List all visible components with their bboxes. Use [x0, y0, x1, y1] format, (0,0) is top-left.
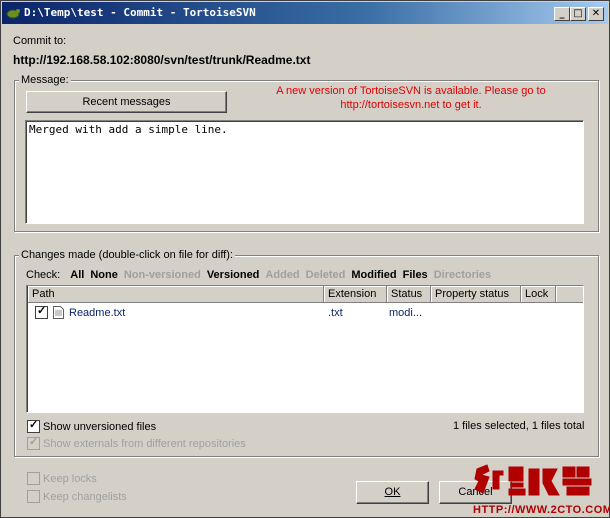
minimize-button[interactable]: _ — [554, 7, 570, 21]
filter-modified[interactable]: Modified — [351, 269, 396, 281]
ok-label: OK — [384, 486, 401, 498]
site-logo-watermark — [474, 464, 592, 496]
filter-deleted[interactable]: Deleted — [306, 269, 346, 281]
changes-list[interactable]: Path Extension Status Property status Lo… — [26, 285, 584, 413]
keep-locks-checkbox — [27, 472, 40, 485]
keep-locks-label: Keep locks — [43, 473, 97, 485]
check-icon: ✓ — [37, 305, 47, 317]
check-filter-bar: Check: All None Non-versioned Versioned Added… — [26, 269, 497, 281]
column-property-status[interactable]: Property status — [431, 286, 521, 303]
filter-versioned[interactable]: Versioned — [207, 269, 260, 281]
text-file-icon — [53, 306, 64, 319]
column-lock[interactable]: Lock — [521, 286, 556, 303]
show-externals-checkbox: ✓ — [27, 436, 40, 450]
update-notice-line-1: A new version of TortoiseSVN is availabl… — [276, 85, 546, 97]
title-bar[interactable]: D:\Temp\test - Commit - TortoiseSVN _ □ … — [2, 2, 608, 24]
check-icon: ✓ — [29, 436, 39, 448]
message-textarea[interactable]: Merged with add a simple line. — [25, 120, 584, 224]
row-checkbox[interactable]: ✓ — [35, 305, 48, 319]
column-extension[interactable]: Extension — [324, 286, 387, 303]
changes-group-label: Changes made (double-click on file for d… — [19, 249, 235, 261]
row-status: modi... — [389, 307, 423, 319]
column-status[interactable]: Status — [387, 286, 431, 303]
filter-non-versioned[interactable]: Non-versioned — [124, 269, 201, 281]
update-notice-line-2[interactable]: http://tortoisesvn.net to get it. — [269, 98, 553, 112]
selection-summary: 1 files selected, 1 files total — [453, 420, 585, 432]
check-icon: ✓ — [29, 419, 39, 431]
message-group-label: Message: — [19, 74, 71, 86]
row-path: Readme.txt — [69, 307, 126, 319]
ok-button[interactable]: OK — [356, 481, 429, 504]
close-button[interactable]: ✕ — [588, 7, 604, 21]
filter-added[interactable]: Added — [265, 269, 299, 281]
watermark-url: HTTP://WWW.2CTO.COM — [473, 504, 610, 516]
keep-changelists-label: Keep changelists — [43, 491, 127, 503]
check-label: Check: — [26, 269, 61, 281]
show-unversioned-label: Show unversioned files — [43, 421, 157, 433]
row-extension: .txt — [328, 307, 343, 319]
show-externals-label: Show externals from different repositori… — [43, 438, 246, 450]
filter-directories[interactable]: Directories — [434, 269, 491, 281]
message-text: Merged with add a simple line. — [29, 123, 228, 136]
maximize-button[interactable]: □ — [570, 7, 586, 21]
recent-messages-button[interactable]: Recent messages — [26, 91, 227, 113]
commit-url: http://192.168.58.102:8080/svn/test/trun… — [13, 53, 311, 67]
recent-messages-label: Recent messages — [82, 96, 171, 108]
table-row[interactable]: ✓ Readme.txt .txt modi... — [28, 305, 583, 321]
update-notice: A new version of TortoiseSVN is availabl… — [269, 84, 553, 112]
tortoisesvn-icon — [6, 9, 20, 19]
window-title: D:\Temp\test - Commit - TortoiseSVN — [24, 6, 256, 19]
show-unversioned-checkbox[interactable]: ✓ — [27, 419, 40, 433]
filter-none[interactable]: None — [90, 269, 118, 281]
keep-changelists-checkbox — [27, 490, 40, 503]
filter-files[interactable]: Files — [403, 269, 428, 281]
commit-dialog: D:\Temp\test - Commit - TortoiseSVN _ □ … — [0, 0, 610, 518]
filter-all[interactable]: All — [70, 269, 84, 281]
column-filler — [556, 286, 583, 303]
column-path[interactable]: Path — [28, 286, 324, 303]
commit-to-label: Commit to: — [13, 35, 67, 47]
